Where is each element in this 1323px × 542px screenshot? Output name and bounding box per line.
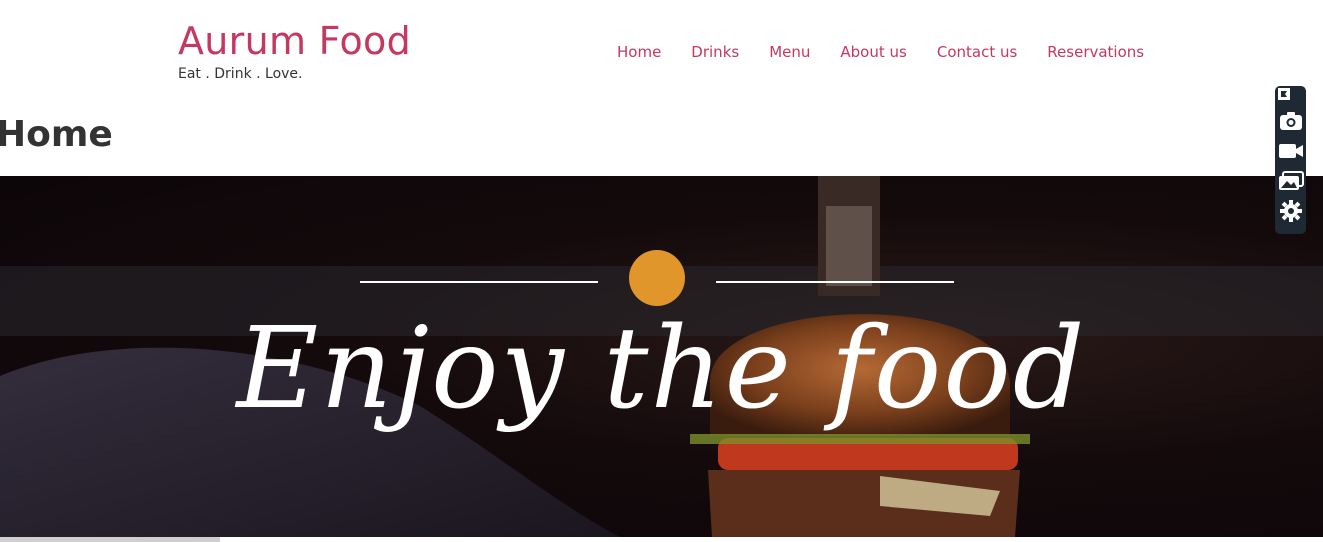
nav-drinks[interactable]: Drinks xyxy=(691,43,739,61)
horizontal-scrollbar[interactable] xyxy=(0,537,220,542)
hero-divider-left xyxy=(360,281,598,283)
pin-icon[interactable] xyxy=(1277,88,1304,106)
brand-title[interactable]: Aurum Food xyxy=(178,18,411,64)
hero-banner: Enjoy the food xyxy=(0,176,1323,537)
video-icon[interactable] xyxy=(1278,136,1304,166)
nav-contact-us[interactable]: Contact us xyxy=(937,43,1017,61)
hero-headline: Enjoy the food xyxy=(236,304,1087,434)
camera-icon[interactable] xyxy=(1278,106,1304,136)
gallery-icon[interactable] xyxy=(1278,166,1304,196)
nav-about-us[interactable]: About us xyxy=(840,43,906,61)
gear-icon[interactable] xyxy=(1278,196,1304,226)
nav-home[interactable]: Home xyxy=(617,43,661,61)
brand-tagline: Eat . Drink . Love. xyxy=(178,66,303,82)
nav-menu[interactable]: Menu xyxy=(769,43,810,61)
page-title: Home xyxy=(0,114,113,155)
hero-divider-right xyxy=(716,281,954,283)
nav-reservations[interactable]: Reservations xyxy=(1047,43,1144,61)
main-nav: Home Drinks Menu About us Contact us Res… xyxy=(617,43,1174,61)
brand: Aurum Food Eat . Drink . Love. xyxy=(178,18,411,82)
capture-toolbar xyxy=(1275,86,1306,234)
